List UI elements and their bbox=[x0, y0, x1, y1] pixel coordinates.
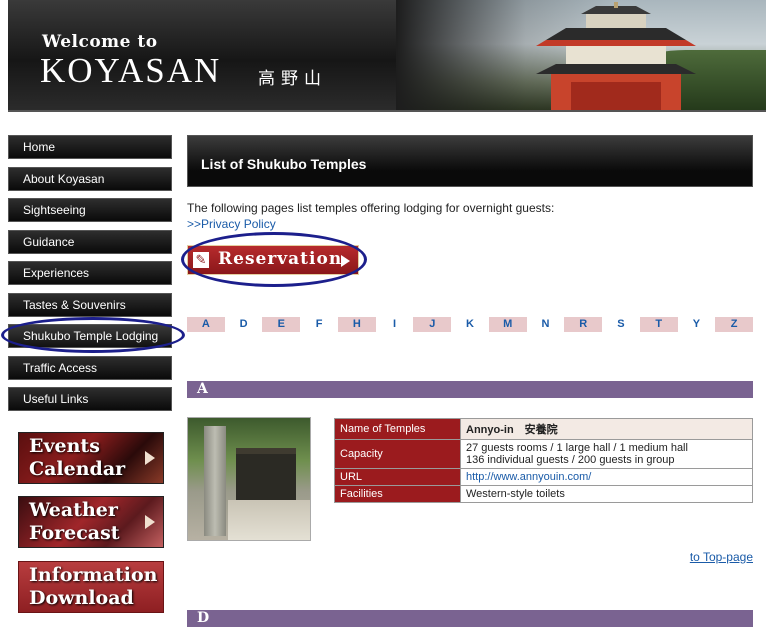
table-row: URL http://www.annyouin.com/ bbox=[334, 468, 753, 486]
alpha-link-m[interactable]: M bbox=[488, 317, 527, 332]
alpha-link-f[interactable]: F bbox=[300, 317, 338, 332]
sidebar-nav: Home About Koyasan Sightseeing Guidance … bbox=[1, 135, 185, 419]
page-title: List of Shukubo Temples bbox=[201, 156, 367, 172]
privacy-policy-link[interactable]: >>Privacy Policy bbox=[187, 217, 276, 231]
row-key: Facilities bbox=[334, 485, 461, 503]
alpha-link-y[interactable]: Y bbox=[678, 317, 716, 332]
reservation-button[interactable]: ✎ Reservation bbox=[187, 245, 359, 275]
edit-icon: ✎ bbox=[193, 252, 209, 268]
banner-line: Forecast bbox=[29, 522, 120, 544]
temple-photo bbox=[187, 417, 311, 541]
play-arrow-icon bbox=[145, 451, 155, 465]
facilities-value: Western-style toilets bbox=[460, 485, 753, 503]
alpha-link-k[interactable]: K bbox=[451, 317, 489, 332]
site-logo-text: KOYASAN bbox=[40, 51, 222, 90]
weather-forecast-banner[interactable]: Weather Forecast bbox=[18, 496, 164, 548]
section-header-d: D bbox=[187, 610, 753, 627]
banner-line: Calendar bbox=[29, 458, 126, 480]
nav-item-useful-links[interactable]: Useful Links bbox=[8, 387, 172, 411]
nav-item-guidance[interactable]: Guidance bbox=[8, 229, 172, 254]
alpha-link-n[interactable]: N bbox=[527, 317, 565, 332]
to-top-link[interactable]: to Top-page bbox=[690, 550, 753, 564]
page-title-bar: List of Shukubo Temples bbox=[187, 135, 753, 187]
alpha-link-j[interactable]: J bbox=[413, 317, 452, 332]
temple-gate bbox=[236, 448, 296, 504]
banner-line: Events bbox=[29, 435, 100, 457]
nav-item-experiences[interactable]: Experiences bbox=[8, 261, 172, 285]
stone-path bbox=[228, 500, 310, 540]
nav-item-sightseeing[interactable]: Sightseeing bbox=[8, 198, 172, 222]
events-calendar-banner[interactable]: Events Calendar bbox=[18, 432, 164, 484]
banner-line: Information bbox=[29, 564, 158, 586]
capacity-value: 27 guests rooms / 1 large hall / 1 mediu… bbox=[460, 439, 753, 469]
nav-item-about-koyasan[interactable]: About Koyasan bbox=[8, 166, 172, 191]
pagoda-image bbox=[536, 2, 696, 110]
alpha-link-z[interactable]: Z bbox=[715, 317, 754, 332]
temple-url-link[interactable]: http://www.annyouin.com/ bbox=[466, 471, 591, 483]
alpha-link-r[interactable]: R bbox=[564, 317, 603, 332]
row-key: Name of Temples bbox=[334, 418, 461, 440]
temple-info-table: Name of Temples Annyo-in 安養院 Capacity 27… bbox=[334, 418, 753, 503]
intro-text: The following pages list temples offerin… bbox=[187, 201, 555, 215]
capacity-line: 27 guests rooms / 1 large hall / 1 mediu… bbox=[466, 442, 688, 454]
row-key: URL bbox=[334, 468, 461, 486]
banner-line: Download bbox=[29, 587, 134, 609]
site-logo-kanji: 高野山 bbox=[258, 69, 327, 89]
alpha-link-s[interactable]: S bbox=[602, 317, 640, 332]
table-row: Capacity 27 guests rooms / 1 large hall … bbox=[334, 439, 753, 469]
site-header: Welcome to KOYASAN 高野山 bbox=[8, 0, 766, 112]
table-row: Facilities Western-style toilets bbox=[334, 485, 753, 503]
table-row: Name of Temples Annyo-in 安養院 bbox=[334, 418, 753, 440]
reservation-label: Reservation bbox=[218, 249, 343, 269]
capacity-line: 136 individual guests / 200 guests in gr… bbox=[466, 454, 675, 466]
play-arrow-icon bbox=[145, 515, 155, 529]
alpha-link-i[interactable]: I bbox=[376, 317, 414, 332]
nav-item-shukubo-temple-lodging[interactable]: Shukubo Temple Lodging bbox=[8, 324, 172, 348]
information-download-banner[interactable]: Information Download bbox=[18, 561, 164, 613]
alpha-link-t[interactable]: T bbox=[639, 317, 678, 332]
url-cell: http://www.annyouin.com/ bbox=[460, 468, 753, 486]
nav-item-tastes-souvenirs[interactable]: Tastes & Souvenirs bbox=[8, 292, 172, 317]
section-header-a: A bbox=[187, 381, 753, 398]
stone-marker bbox=[204, 426, 226, 536]
play-arrow-icon bbox=[341, 255, 350, 267]
nav-item-traffic-access[interactable]: Traffic Access bbox=[8, 355, 172, 380]
row-key: Capacity bbox=[334, 439, 461, 469]
alphabet-index: A D E F H I J K M N R S T Y Z bbox=[187, 317, 754, 332]
alpha-link-e[interactable]: E bbox=[262, 317, 301, 332]
nav-item-home[interactable]: Home bbox=[8, 135, 172, 159]
alpha-link-h[interactable]: H bbox=[337, 317, 376, 332]
alpha-link-a[interactable]: A bbox=[187, 317, 225, 332]
temple-name: Annyo-in 安養院 bbox=[460, 418, 753, 440]
welcome-text: Welcome to bbox=[42, 32, 158, 52]
banner-line: Weather bbox=[29, 499, 118, 521]
alpha-link-d[interactable]: D bbox=[225, 317, 263, 332]
